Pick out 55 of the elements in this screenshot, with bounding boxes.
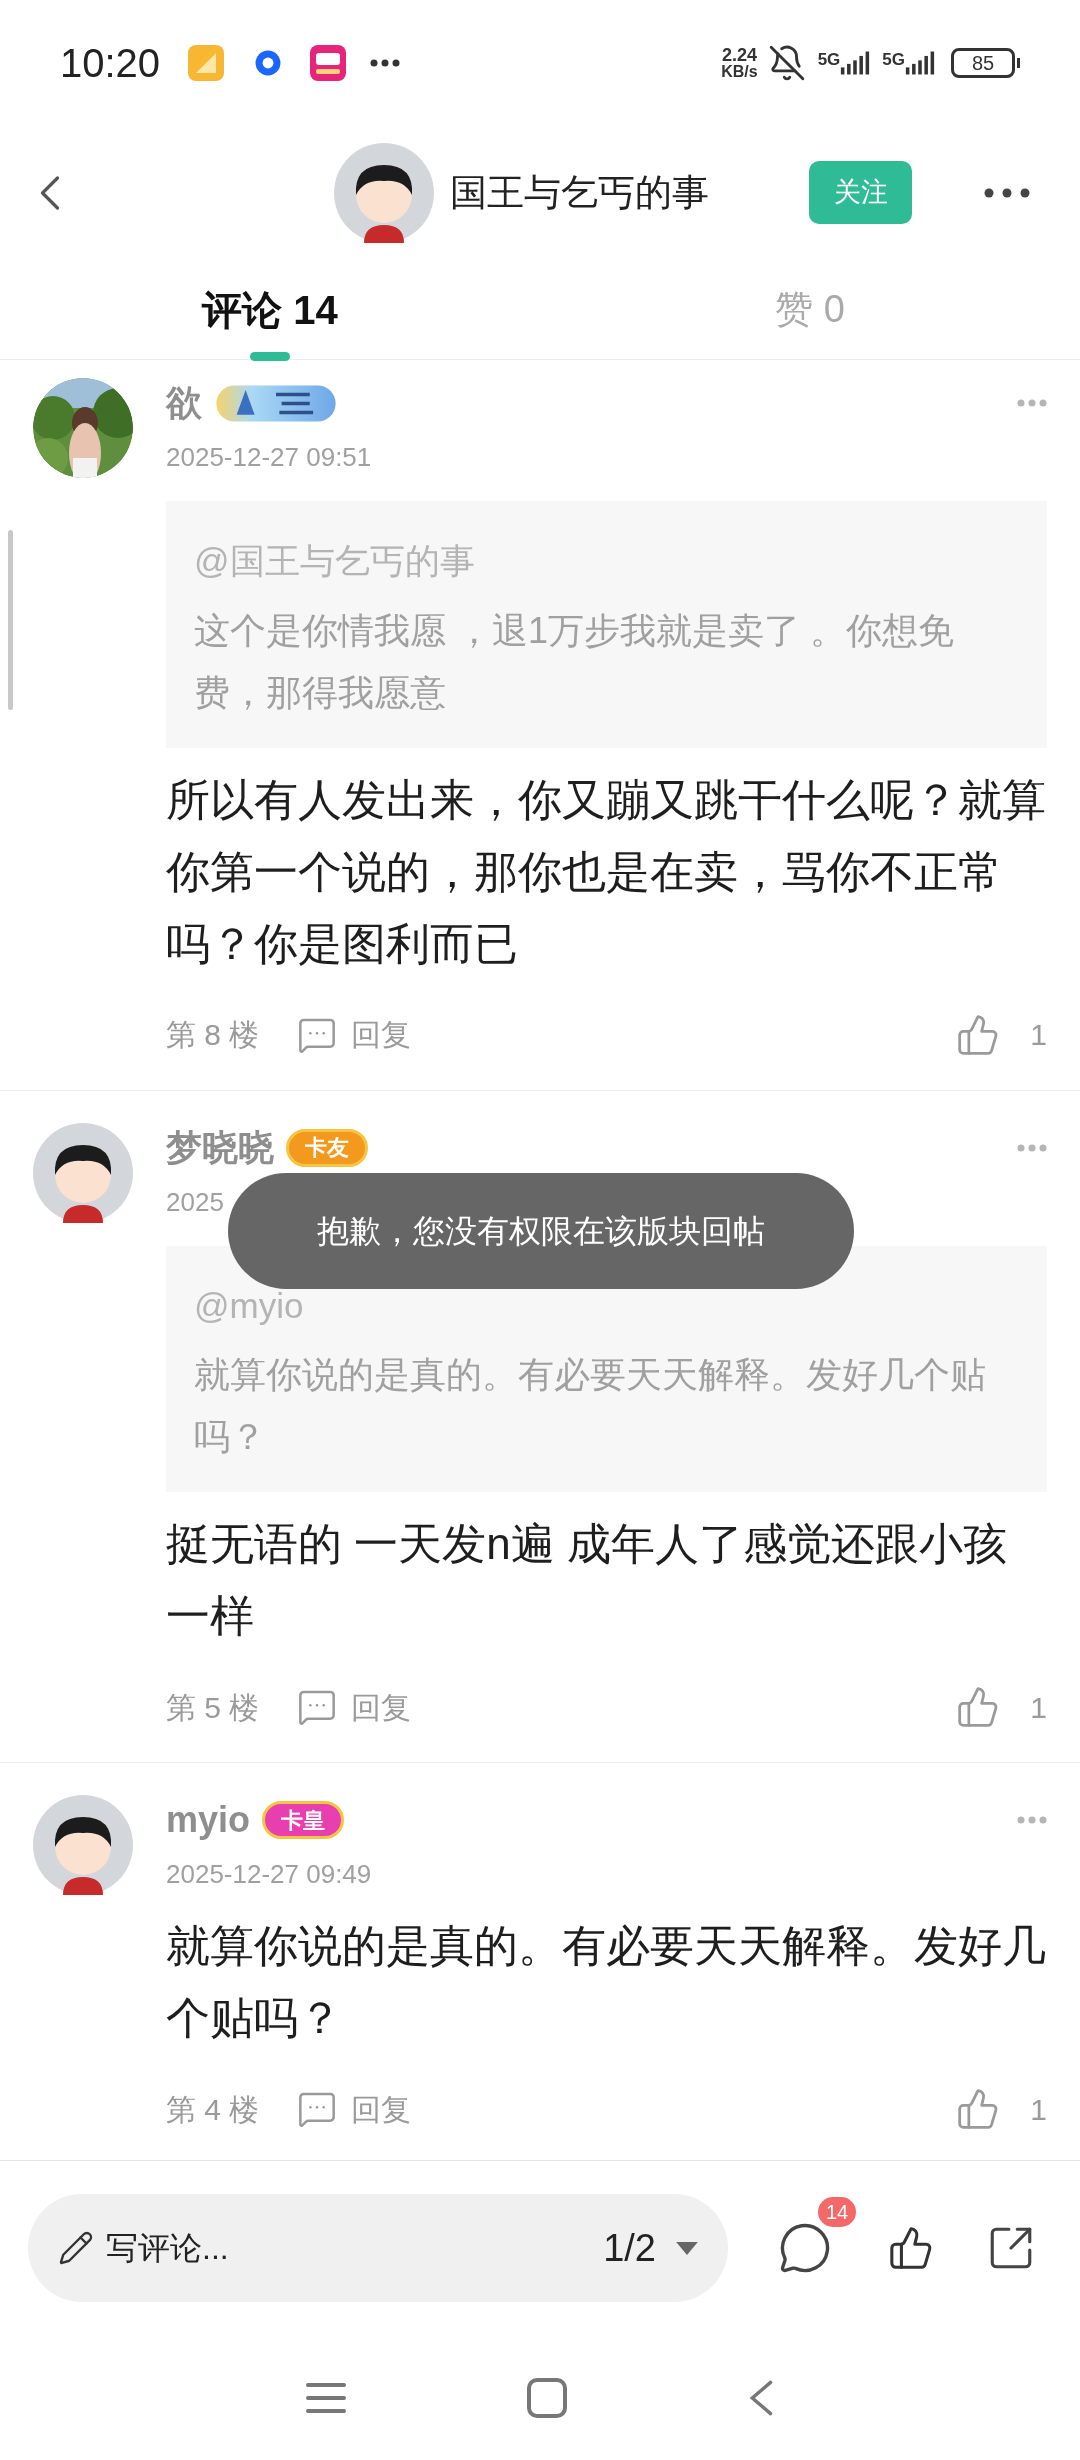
battery-level: 85 [951,47,1015,78]
page-indicator[interactable]: 1/2 [603,2219,656,2277]
pencil-icon [58,2230,94,2266]
comment-count-badge: 14 [818,2197,857,2227]
signal-icon [905,50,935,75]
comment-icon[interactable] [778,2221,832,2275]
quote-text: 就算你说的是真的。有必要天天解释。发好几个贴吗？ [194,1353,987,1459]
home-icon[interactable] [526,2376,568,2419]
menu-icon[interactable] [306,2381,346,2414]
toast-message: 抱歉，您没有权限在该版块回帖 [228,1172,854,1289]
network-type: 5G [817,50,841,68]
avatar-icon [33,1122,133,1223]
app-icon [310,44,347,81]
user-badge: 卡皇 [262,1801,345,1839]
follow-button[interactable]: 关注 [809,161,912,224]
comment-text: 所以有人发出来，你又蹦又跳干什么呢？就算你第一个说的，那你也是在卖，骂你不正常吗？你是图利而已 [166,773,1047,970]
page-title: 国王与乞丐的事 [450,170,709,215]
like-count: 1 [1030,2091,1047,2128]
like-icon[interactable] [888,2225,934,2271]
quote-text: 这个是你情我愿 ，退1万步我就是卖了 。你想免费，那得我愿意 [194,608,956,715]
floor-number: 第 8 楼 [166,1017,260,1053]
more-icon [370,58,401,67]
comment-date: 2025 [166,1185,224,1219]
network-speed: 2.24 [721,45,757,64]
reply-button[interactable]: 回复 [295,1684,412,1730]
user-name: 欲 [166,381,202,425]
app-icon [254,48,283,77]
tab[interactable]: 赞 0 [540,260,1080,359]
app-icon [188,44,225,81]
tab[interactable]: 评论 14 [0,260,540,359]
reply-button[interactable]: 回复 [295,1012,412,1057]
network-type: 5G [882,50,905,68]
more-icon[interactable] [984,187,1030,198]
dropdown-icon[interactable] [676,2241,698,2255]
avatar-icon [33,1795,133,1895]
reply-button[interactable]: 回复 [295,2086,412,2132]
like-count: 1 [1030,1689,1047,1726]
comment-text: 挺无语的 一天发n遍 成年人了感觉还跟小孩一样 [166,1518,1008,1642]
mute-icon [767,43,806,82]
quote-mention: @国王与乞丐的事 [194,540,476,582]
user-name: 梦晓晓 [166,1125,274,1170]
like-count: 1 [1030,1017,1047,1053]
clock: 10:20 [60,39,161,87]
comment-date: 2025-12-27 09:49 [166,1858,372,1891]
user-name: myio [166,1798,251,1842]
signal-icon [840,50,871,75]
avatar-icon [334,142,434,243]
user-badge: 卡友 [286,1128,368,1167]
input-placeholder: 写评论... [106,2229,229,2268]
network-unit: KB/s [721,63,758,80]
comment-input[interactable]: 写评论... 1/2 [28,2194,728,2302]
comment-date: 2025-12-27 09:51 [166,441,372,474]
comment-text: 就算你说的是真的。有必要天天解释。发好几个贴吗？ [166,1920,1047,2044]
floor-number: 第 4 楼 [166,2091,260,2128]
floor-number: 第 5 楼 [166,1689,260,1726]
